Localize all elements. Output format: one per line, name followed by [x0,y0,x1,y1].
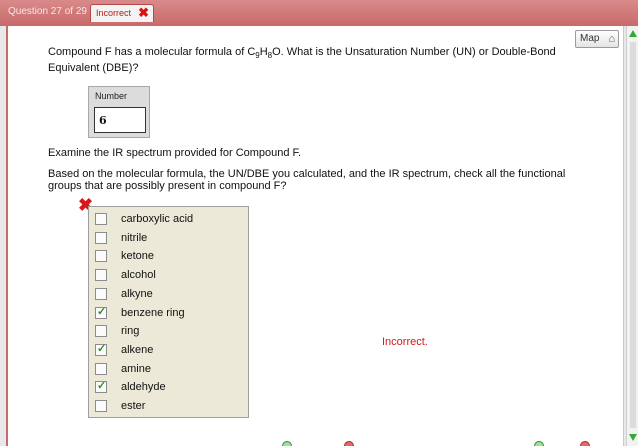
status-tab[interactable]: Incorrect ✖ [90,4,155,22]
scroll-track[interactable] [630,42,636,428]
checkbox-option[interactable]: ring [89,322,249,340]
question-panel: Map ⌂ Compound F has a molecular formula… [6,26,624,446]
ir-prompt: Examine the IR spectrum provided for Com… [48,147,302,159]
close-x-icon: ✖ [138,5,150,20]
checkmark-icon: ✓ [97,305,107,318]
result-message: Incorrect. [382,336,428,348]
bottom-toolbar [276,440,626,446]
checkbox[interactable] [95,250,107,263]
checkbox[interactable] [95,231,107,244]
checkbox[interactable]: ✓ [95,342,107,356]
checkbox-label: carboxylic acid [121,213,194,225]
checkbox-option[interactable]: ✓ aldehyde [89,378,249,396]
checkbox[interactable]: ✓ [95,380,107,394]
checkbox-option[interactable]: ✓ benzene ring [89,304,249,322]
question-counter: Question 27 of 29 [8,6,87,17]
functional-group-checklist: carboxylic acid nitrile ketone alcohol alkyn… [88,206,249,418]
number-answer-box: Number 6 [88,86,150,138]
toolbar-red-icon[interactable] [344,441,354,446]
toolbar-red-icon[interactable] [580,441,590,446]
checkbox-label: alcohol [121,269,156,282]
checkbox-option[interactable]: ✓ alkene [89,341,249,359]
checkbox-label: ketone [121,250,155,263]
checkbox[interactable] [95,287,107,300]
status-tab-label: Incorrect [96,8,132,18]
checkbox-label: aldehyde [121,381,166,394]
map-button-label: Map [580,33,600,44]
checkbox-option[interactable]: carboxylic acid [89,210,249,228]
functional-group-prompt: Based on the molecular formula, the UN/D… [48,168,566,192]
checkbox-option[interactable]: alcohol [89,266,249,284]
toolbar-green-icon[interactable] [282,441,292,446]
checkbox-option[interactable]: alkyne [89,285,249,303]
map-icon: ⌂ [608,33,615,45]
checkbox[interactable] [95,325,107,338]
number-label: Number [95,91,128,101]
scroll-down-arrow-icon[interactable] [629,434,637,441]
checkmark-icon: ✓ [97,380,107,393]
toolbar-green-icon[interactable] [534,441,544,446]
checkmark-icon: ✓ [97,342,107,355]
checkbox[interactable] [95,269,107,282]
checkbox[interactable] [95,362,107,375]
checkbox[interactable] [95,400,107,412]
question-text: Compound F has a molecular formula of C9… [48,46,556,75]
checkbox[interactable]: ✓ [95,305,107,319]
checkbox-label: alkyne [121,287,153,300]
checkbox-label: ester [121,400,146,412]
checkbox-option[interactable]: ketone [89,247,249,265]
top-tab-bar: Question 27 of 29 Incorrect ✖ [0,0,638,26]
checkbox-label: amine [121,362,151,375]
checkbox-label: alkene [121,343,154,356]
checkbox-option[interactable]: nitrile [89,229,249,247]
checkbox-label: benzene ring [121,306,185,319]
checkbox-label: nitrile [121,231,148,244]
checkbox[interactable] [95,213,107,225]
vertical-scrollbar[interactable] [626,26,638,446]
scroll-up-arrow-icon[interactable] [629,30,637,37]
checkbox-option[interactable]: ester [89,397,249,415]
number-input[interactable]: 6 [94,107,146,133]
checkbox-label: ring [121,325,140,338]
checkbox-option[interactable]: amine [89,360,249,378]
